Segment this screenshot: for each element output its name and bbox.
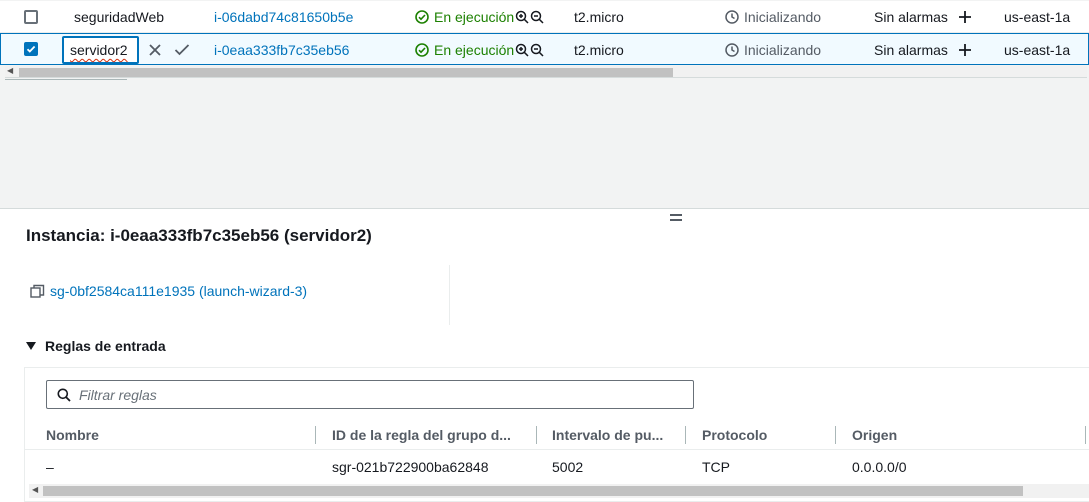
instance-state: En ejecución (415, 34, 544, 66)
scroll-left-icon[interactable]: ◀ (32, 485, 38, 494)
confirm-icon (174, 44, 190, 56)
scroll-left-icon[interactable]: ◀ (7, 66, 13, 75)
row-checkbox-checked[interactable] (24, 42, 38, 56)
column-header-name[interactable]: Nombre (46, 420, 99, 450)
filter-box[interactable] (46, 380, 694, 409)
column-header-port-range[interactable]: Intervalo de pu... (552, 420, 663, 450)
running-state-icon (415, 43, 429, 57)
table-header: Nombre ID de la regla del grupo d... Int… (25, 420, 1089, 450)
rule-source: 0.0.0.0/0 (852, 459, 907, 475)
status-check-label: Inicializando (744, 42, 822, 58)
instance-state-label: En ejecución (434, 9, 515, 25)
instance-state: En ejecución (415, 1, 544, 33)
instance-id-link[interactable]: i-0eaa333fb7c35eb56 (214, 34, 349, 66)
instance-state-label: En ejecución (434, 42, 515, 58)
rules-horizontal-scrollbar[interactable]: ◀ (29, 484, 1089, 498)
inbound-rules-toggle[interactable]: Reglas de entrada (26, 338, 166, 354)
alarm-status-label: Sin alarmas (874, 9, 948, 25)
status-check: Inicializando (725, 1, 821, 33)
column-header-source[interactable]: Origen (852, 420, 897, 450)
zoom-in-icon[interactable] (515, 10, 529, 24)
cancel-icon (149, 44, 161, 56)
checkbox-icon (26, 45, 36, 53)
clock-icon (725, 43, 739, 57)
column-header-protocol[interactable]: Protocolo (702, 420, 767, 450)
plus-icon[interactable] (958, 10, 972, 24)
availability-zone: us-east-1a (1004, 9, 1071, 25)
caret-down-icon (26, 342, 36, 350)
availability-zone: us-east-1a (1004, 42, 1071, 58)
column-header-rule-id[interactable]: ID de la regla del grupo d... (332, 420, 511, 450)
copy-icon[interactable] (30, 284, 45, 299)
confirm-edit-button[interactable] (173, 41, 191, 59)
scrollbar-thumb[interactable] (43, 486, 1023, 496)
table-row[interactable]: seguridadWeb i-06dabd74c81650b5e En ejec… (0, 1, 1089, 33)
alarm-status-label: Sin alarmas (874, 42, 948, 58)
security-group-link[interactable]: sg-0bf2584ca111e1935 (launch-wizard-3) (50, 283, 307, 299)
table-horizontal-scrollbar[interactable]: ◀ (5, 66, 1087, 80)
rule-id: sgr-021b722900ba62848 (332, 459, 489, 475)
section-title: Reglas de entrada (45, 338, 166, 354)
clock-icon (725, 10, 739, 24)
alarm-status: Sin alarmas (874, 34, 972, 66)
status-check-label: Inicializando (744, 9, 822, 25)
status-check: Inicializando (725, 34, 821, 66)
running-state-icon (415, 10, 429, 24)
rule-port-range: 5002 (552, 459, 584, 475)
zoom-out-icon[interactable] (530, 43, 544, 57)
alarm-status: Sin alarmas (874, 1, 972, 33)
instance-type: t2.micro (574, 9, 624, 25)
scrollbar-thumb[interactable] (19, 68, 673, 77)
filter-rules-input[interactable] (79, 386, 639, 403)
table-row[interactable]: – sgr-021b722900ba62848 5002 TCP 0.0.0.0… (25, 451, 1089, 483)
table-row-selected[interactable]: servidor2 i-0eaa333fb7c35eb56 En ejecuci… (0, 33, 1089, 65)
instances-table: seguridadWeb i-06dabd74c81650b5e En ejec… (0, 0, 1089, 209)
instance-name: seguridadWeb (74, 9, 165, 25)
plus-icon[interactable] (958, 43, 972, 57)
search-icon (57, 388, 71, 402)
drag-handle-icon[interactable] (670, 214, 682, 224)
instance-type: t2.micro (574, 42, 624, 58)
instance-id-link[interactable]: i-06dabd74c81650b5e (214, 1, 353, 33)
rule-name: – (46, 459, 54, 475)
zoom-in-icon[interactable] (515, 43, 529, 57)
instance-name-input[interactable]: servidor2 (62, 36, 139, 64)
zoom-out-icon[interactable] (530, 10, 544, 24)
cancel-edit-button[interactable] (146, 41, 164, 59)
security-group-item: sg-0bf2584ca111e1935 (launch-wizard-3) (30, 283, 307, 299)
row-checkbox[interactable] (24, 10, 38, 24)
rule-protocol: TCP (702, 459, 730, 475)
inbound-rules-table: Nombre ID de la regla del grupo d... Int… (24, 367, 1089, 502)
details-title: Instancia: i-0eaa333fb7c35eb56 (servidor… (26, 226, 372, 245)
instance-name-input-value: servidor2 (70, 42, 128, 58)
